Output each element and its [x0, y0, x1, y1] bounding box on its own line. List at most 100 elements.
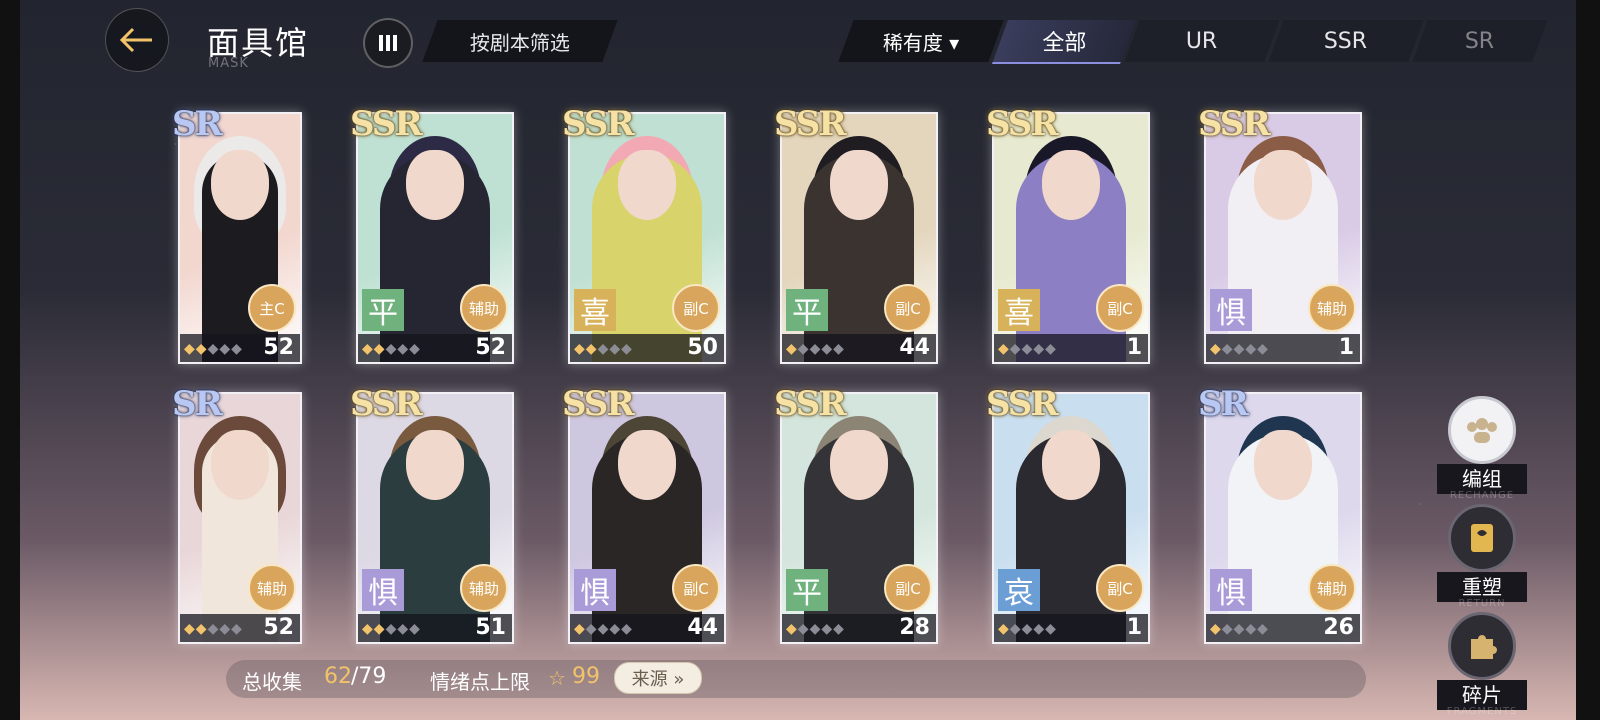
script-filter-button[interactable]: 按剧本筛选 [422, 20, 618, 62]
collection-current: 62 [324, 664, 352, 689]
awaken-stars: ◆◆◆◆◆ [184, 341, 243, 357]
stat-row: ◆◆◆◆◆ 50 [570, 334, 724, 362]
role-badge: 副C [672, 564, 720, 612]
character-card[interactable]: SSR 惧 辅助 ◆◆◆◆◆ 51 [350, 384, 514, 644]
script-filter-label: 按剧本筛选 [470, 30, 570, 55]
fragment-sub: FRAGMENTS [1446, 706, 1518, 717]
footer-bar: 总收集 62 /79 情绪点上限 ☆ 99 [226, 660, 1366, 698]
emotion-tag: 平 [362, 289, 404, 331]
source-label: 来源 » [631, 669, 685, 690]
reshape-sub: RETURN [1458, 598, 1506, 609]
stat-row: ◆◆◆◆◆ 52 [358, 334, 512, 362]
page-subtitle: MASK [208, 56, 249, 71]
emotion-tag: 平 [786, 569, 828, 611]
reshape-button[interactable]: 重塑 RETURN [1437, 504, 1527, 609]
character-card[interactable]: SR 惧 辅助 ◆◆◆◆◆ 26 [1198, 384, 1362, 644]
card-level: 1 [1126, 335, 1142, 360]
tab-ur-label: UR [1186, 28, 1218, 54]
role-badge: 辅助 [460, 564, 508, 612]
card-level: 44 [687, 615, 718, 640]
source-button[interactable]: 来源 » [614, 662, 702, 694]
tab-sr[interactable]: SR [1412, 20, 1548, 62]
awaken-stars: ◆◆◆◆◆ [184, 621, 243, 637]
role-badge: 辅助 [1308, 284, 1356, 332]
character-card[interactable]: SR 辅助 ◆◆◆◆◆ 52 [172, 384, 302, 644]
card-level: 44 [899, 335, 930, 360]
rarity-badge: SSR [774, 104, 847, 144]
character-card[interactable]: SSR 喜 副C ◆◆◆◆◆ 1 [986, 104, 1150, 364]
awaken-stars: ◆◆◆◆◆ [786, 341, 845, 357]
reshape-icon [1448, 504, 1516, 572]
card-level: 52 [475, 335, 506, 360]
role-badge: 副C [884, 284, 932, 332]
tab-all[interactable]: 全部 [991, 20, 1137, 64]
card-level: 52 [263, 335, 294, 360]
tab-sr-label: SR [1465, 28, 1495, 54]
tab-ssr[interactable]: SSR [1268, 20, 1424, 62]
character-card[interactable]: SSR 惧 辅助 ◆◆◆◆◆ 1 [1198, 104, 1362, 364]
character-card[interactable]: SSR 惧 副C ◆◆◆◆◆ 44 [562, 384, 726, 644]
rarity-sort-dropdown[interactable]: 稀有度 ▾ [838, 20, 1004, 62]
card-level: 52 [263, 615, 294, 640]
emotion-tag: 惧 [1210, 289, 1252, 331]
character-card[interactable]: SSR 哀 副C ◆◆◆◆◆ 1 [986, 384, 1150, 644]
menu-button[interactable] [363, 18, 413, 68]
stat-row: ◆◆◆◆◆ 1 [994, 614, 1148, 642]
rarity-badge: SR [1198, 384, 1249, 424]
stat-row: ◆◆◆◆◆ 26 [1206, 614, 1360, 642]
awaken-stars: ◆◆◆◆◆ [362, 341, 421, 357]
rarity-tabs: 稀有度 ▾ 全部 UR SSR SR [838, 20, 1548, 64]
rarity-badge: SSR [350, 104, 423, 144]
stat-row: ◆◆◆◆◆ 52 [180, 614, 300, 642]
awaken-stars: ◆◆◆◆◆ [574, 341, 633, 357]
awaken-stars: ◆◆◆◆◆ [574, 621, 633, 637]
awaken-stars: ◆◆◆◆◆ [786, 621, 845, 637]
emotion-tag: 惧 [362, 569, 404, 611]
stat-row: ◆◆◆◆◆ 1 [994, 334, 1148, 362]
character-card[interactable]: SSR 平 副C ◆◆◆◆◆ 44 [774, 104, 938, 364]
character-card[interactable]: SSR 平 辅助 ◆◆◆◆◆ 52 [350, 104, 514, 364]
role-badge: 主C [248, 284, 296, 332]
character-card[interactable]: SSR 喜 副C ◆◆◆◆◆ 50 [562, 104, 726, 364]
role-badge: 副C [1096, 284, 1144, 332]
stat-row: ◆◆◆◆◆ 44 [782, 334, 936, 362]
columns-icon [379, 35, 397, 51]
stat-row: ◆◆◆◆◆ 52 [180, 334, 300, 362]
awaken-stars: ◆◆◆◆◆ [1210, 621, 1269, 637]
rarity-badge: SR [172, 104, 223, 144]
emotion-cap-label: 情绪点上限 [430, 670, 530, 694]
character-card[interactable]: SSR 平 副C ◆◆◆◆◆ 28 [774, 384, 938, 644]
rarity-badge: SSR [986, 384, 1059, 424]
awaken-stars: ◆◆◆◆◆ [998, 621, 1057, 637]
emotion-tag: 哀 [998, 569, 1040, 611]
tab-ur[interactable]: UR [1124, 20, 1280, 62]
awaken-stars: ◆◆◆◆◆ [1210, 341, 1269, 357]
rarity-badge: SSR [1198, 104, 1271, 144]
rarity-badge: SSR [562, 384, 635, 424]
role-badge: 副C [884, 564, 932, 612]
emotion-tag: 喜 [998, 289, 1040, 331]
role-badge: 副C [672, 284, 720, 332]
group-icon [1448, 396, 1516, 464]
character-card[interactable]: SR 主C ◆◆◆◆◆ 52 [172, 104, 302, 364]
fragment-button[interactable]: 碎片 FRAGMENTS [1437, 612, 1527, 717]
arrow-left-icon [119, 27, 152, 53]
rarity-badge: SSR [562, 104, 635, 144]
collection-total: /79 [351, 664, 387, 689]
stat-row: ◆◆◆◆◆ 51 [358, 614, 512, 642]
card-level: 51 [475, 615, 506, 640]
stat-row: ◆◆◆◆◆ 44 [570, 614, 724, 642]
puzzle-icon [1448, 612, 1516, 680]
collection-label: 总收集 [242, 670, 302, 694]
emotion-tag: 惧 [574, 569, 616, 611]
group-button[interactable]: 编组 RECHANGE [1437, 396, 1527, 501]
card-level: 1 [1126, 615, 1142, 640]
role-badge: 辅助 [460, 284, 508, 332]
back-button[interactable] [105, 8, 169, 72]
stat-row: ◆◆◆◆◆ 28 [782, 614, 936, 642]
rarity-badge: SSR [986, 104, 1059, 144]
card-level: 28 [899, 615, 930, 640]
card-level: 26 [1323, 615, 1354, 640]
role-badge: 副C [1096, 564, 1144, 612]
emotion-cap-value: 99 [572, 664, 600, 689]
